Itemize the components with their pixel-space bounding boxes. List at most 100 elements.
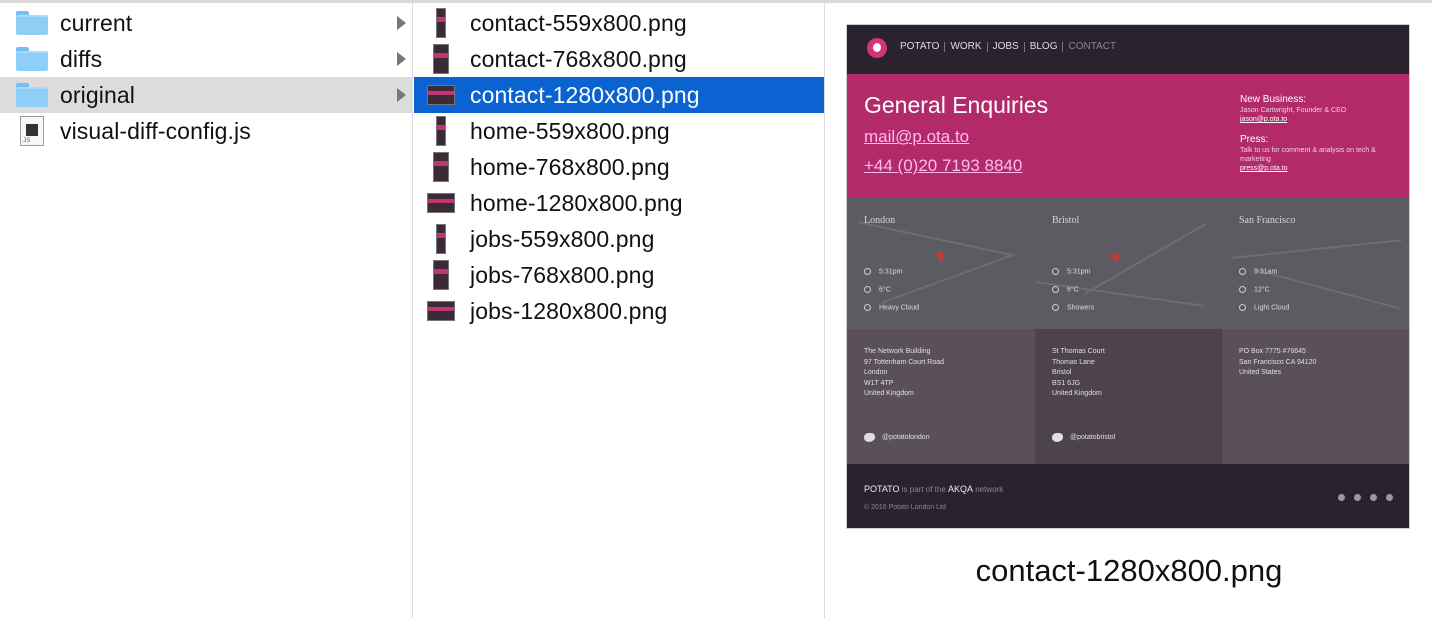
file-label: home-768x800.png bbox=[470, 153, 670, 180]
image-thumbnail-icon bbox=[426, 187, 456, 219]
city-name: London bbox=[864, 215, 896, 226]
footer-brand: POTATO is part of the AKQA network bbox=[864, 484, 1004, 494]
press-text: Talk to us for comment & analysis on tec… bbox=[1240, 147, 1376, 163]
map-san-francisco: San Francisco 9:31am 12°C Light Cloud bbox=[1222, 198, 1409, 329]
press-email: press@p.ota.to bbox=[1240, 165, 1288, 172]
file-row[interactable]: home-1280x800.png bbox=[414, 185, 824, 221]
weather: Heavy Cloud bbox=[864, 304, 919, 311]
image-thumbnail-icon bbox=[426, 295, 456, 327]
file-label: contact-1280x800.png bbox=[470, 81, 700, 108]
file-row-selected[interactable]: contact-1280x800.png bbox=[414, 77, 824, 113]
new-business-name: Jason Cartwright, Founder & CEO bbox=[1240, 107, 1347, 114]
nav-item: JOBS bbox=[986, 42, 1024, 52]
address-text: PO Box 7775 #76645 San Francisco CA 9412… bbox=[1239, 348, 1317, 377]
js-file-icon: JS bbox=[20, 116, 44, 146]
image-thumbnail-icon bbox=[426, 151, 456, 183]
contacts-block: New Business: Jason Cartwright, Founder … bbox=[1240, 94, 1400, 173]
preview-nav: POTATO WORK JOBS BLOG CONTACT bbox=[895, 42, 1121, 52]
press-label: Press: bbox=[1240, 134, 1269, 145]
folder-column[interactable]: current diffs original JS visual-diff-co… bbox=[0, 3, 413, 618]
folder-row-original[interactable]: original bbox=[0, 77, 412, 113]
nav-item: CONTACT bbox=[1062, 42, 1121, 52]
preview-image[interactable]: POTATO WORK JOBS BLOG CONTACT General En… bbox=[846, 24, 1410, 529]
file-row[interactable]: contact-768x800.png bbox=[414, 41, 824, 77]
file-label: visual-diff-config.js bbox=[60, 117, 251, 144]
file-label: home-1280x800.png bbox=[470, 189, 683, 216]
map-pin-icon bbox=[1109, 250, 1122, 263]
address-bristol: St Thomas Court Thomas Lane Bristol BS1 … bbox=[1035, 329, 1222, 464]
chevron-right-icon bbox=[397, 52, 406, 66]
chevron-right-icon bbox=[397, 88, 406, 102]
address-text: The Network Building 97 Tottenham Court … bbox=[864, 348, 945, 398]
weather: Showers bbox=[1052, 304, 1094, 311]
enquiries-section: General Enquiries mail@p.ota.to +44 (0)2… bbox=[847, 74, 1409, 198]
preview-footer: POTATO is part of the AKQA network © 201… bbox=[847, 464, 1409, 528]
twitter-icon bbox=[1052, 433, 1063, 442]
address-text: St Thomas Court Thomas Lane Bristol BS1 … bbox=[1052, 348, 1105, 398]
folder-label: diffs bbox=[60, 45, 103, 72]
file-label: home-559x800.png bbox=[470, 117, 670, 144]
twitter-handle: @potatolondon bbox=[864, 433, 930, 442]
time: 9:31am bbox=[1239, 268, 1277, 275]
image-thumbnail-icon bbox=[426, 43, 456, 75]
image-thumbnail-icon bbox=[426, 79, 456, 111]
social-icons bbox=[1329, 494, 1393, 501]
preview-filename: contact-1280x800.png bbox=[975, 553, 1283, 588]
map-pin-icon bbox=[934, 249, 947, 262]
chevron-right-icon bbox=[397, 16, 406, 30]
map-london: London 5:31pm 6°C Heavy Cloud bbox=[847, 198, 1035, 329]
temperature: 6°C bbox=[1052, 286, 1079, 293]
dribbble-icon bbox=[1370, 494, 1377, 501]
folder-icon bbox=[16, 83, 48, 107]
nav-item: WORK bbox=[944, 42, 986, 52]
linkedin-icon bbox=[1386, 494, 1393, 501]
nav-item: BLOG bbox=[1023, 42, 1063, 52]
file-row[interactable]: contact-559x800.png bbox=[414, 5, 824, 41]
image-thumbnail-icon bbox=[426, 115, 456, 147]
address-san-francisco: PO Box 7775 #76645 San Francisco CA 9412… bbox=[1222, 329, 1409, 464]
weather: Light Cloud bbox=[1239, 304, 1289, 311]
file-label: jobs-1280x800.png bbox=[470, 297, 668, 324]
time: 5:31pm bbox=[864, 268, 902, 275]
address-london: The Network Building 97 Tottenham Court … bbox=[847, 329, 1035, 464]
file-label: jobs-559x800.png bbox=[470, 225, 655, 252]
temperature: 12°C bbox=[1239, 286, 1270, 293]
file-row[interactable]: jobs-768x800.png bbox=[414, 257, 824, 293]
city-name: San Francisco bbox=[1239, 215, 1296, 226]
image-thumbnail-icon bbox=[426, 259, 456, 291]
map-bristol: Bristol 5:31pm 6°C Showers bbox=[1035, 198, 1222, 329]
file-label: contact-559x800.png bbox=[470, 9, 687, 36]
preview-nav-bar: POTATO WORK JOBS BLOG CONTACT bbox=[847, 25, 1409, 74]
temperature: 6°C bbox=[864, 286, 891, 293]
folder-icon bbox=[16, 11, 48, 35]
enquiries-email: mail@p.ota.to bbox=[864, 127, 970, 146]
file-label: jobs-768x800.png bbox=[470, 261, 655, 288]
image-thumbnail-icon bbox=[426, 223, 456, 255]
twitter-icon bbox=[1354, 494, 1361, 501]
new-business-label: New Business: bbox=[1240, 94, 1307, 105]
enquiries-phone: +44 (0)20 7193 8840 bbox=[864, 156, 1023, 175]
new-business-email: jason@p.ota.to bbox=[1240, 116, 1288, 123]
file-row[interactable]: home-559x800.png bbox=[414, 113, 824, 149]
folder-row-diffs[interactable]: diffs bbox=[0, 41, 412, 77]
file-column[interactable]: contact-559x800.png contact-768x800.png … bbox=[414, 3, 825, 618]
potato-logo-icon bbox=[867, 38, 887, 58]
folder-icon bbox=[16, 47, 48, 71]
folder-row-current[interactable]: current bbox=[0, 5, 412, 41]
preview-pane: POTATO WORK JOBS BLOG CONTACT General En… bbox=[826, 3, 1432, 618]
twitter-handle: @potatobristol bbox=[1052, 433, 1115, 442]
city-name: Bristol bbox=[1052, 215, 1080, 226]
file-row[interactable]: jobs-1280x800.png bbox=[414, 293, 824, 329]
file-row-config[interactable]: JS visual-diff-config.js bbox=[0, 113, 412, 149]
file-label: contact-768x800.png bbox=[470, 45, 687, 72]
folder-label: current bbox=[60, 9, 133, 36]
folder-label: original bbox=[60, 81, 135, 108]
github-icon bbox=[1338, 494, 1345, 501]
file-row[interactable]: jobs-559x800.png bbox=[414, 221, 824, 257]
nav-item: POTATO bbox=[900, 41, 940, 52]
twitter-icon bbox=[864, 433, 875, 442]
footer-copyright: © 2016 Potato London Ltd bbox=[864, 504, 946, 511]
enquiries-heading: General Enquiries bbox=[864, 92, 1049, 118]
file-row[interactable]: home-768x800.png bbox=[414, 149, 824, 185]
image-thumbnail-icon bbox=[426, 7, 456, 39]
